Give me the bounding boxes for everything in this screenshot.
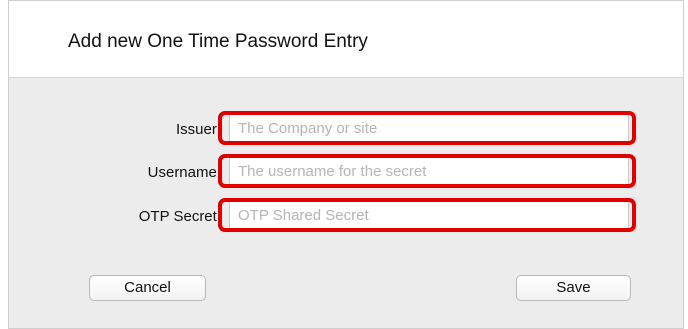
username-label: Username: [147,164,221,181]
add-otp-dialog: Add new One Time Password Entry Issuer: … [8,0,684,329]
username-input[interactable] [229,157,629,185]
issuer-input[interactable] [229,114,629,142]
dialog-header: Add new One Time Password Entry [9,1,683,78]
dialog-title: Add new One Time Password Entry [68,31,368,52]
otp-secret-input[interactable] [229,201,629,229]
save-button[interactable]: Save [516,275,631,301]
otp-secret-label: OTP Secret: [138,208,221,225]
cancel-button[interactable]: Cancel [89,275,206,301]
issuer-label: Issuer: [175,121,221,138]
